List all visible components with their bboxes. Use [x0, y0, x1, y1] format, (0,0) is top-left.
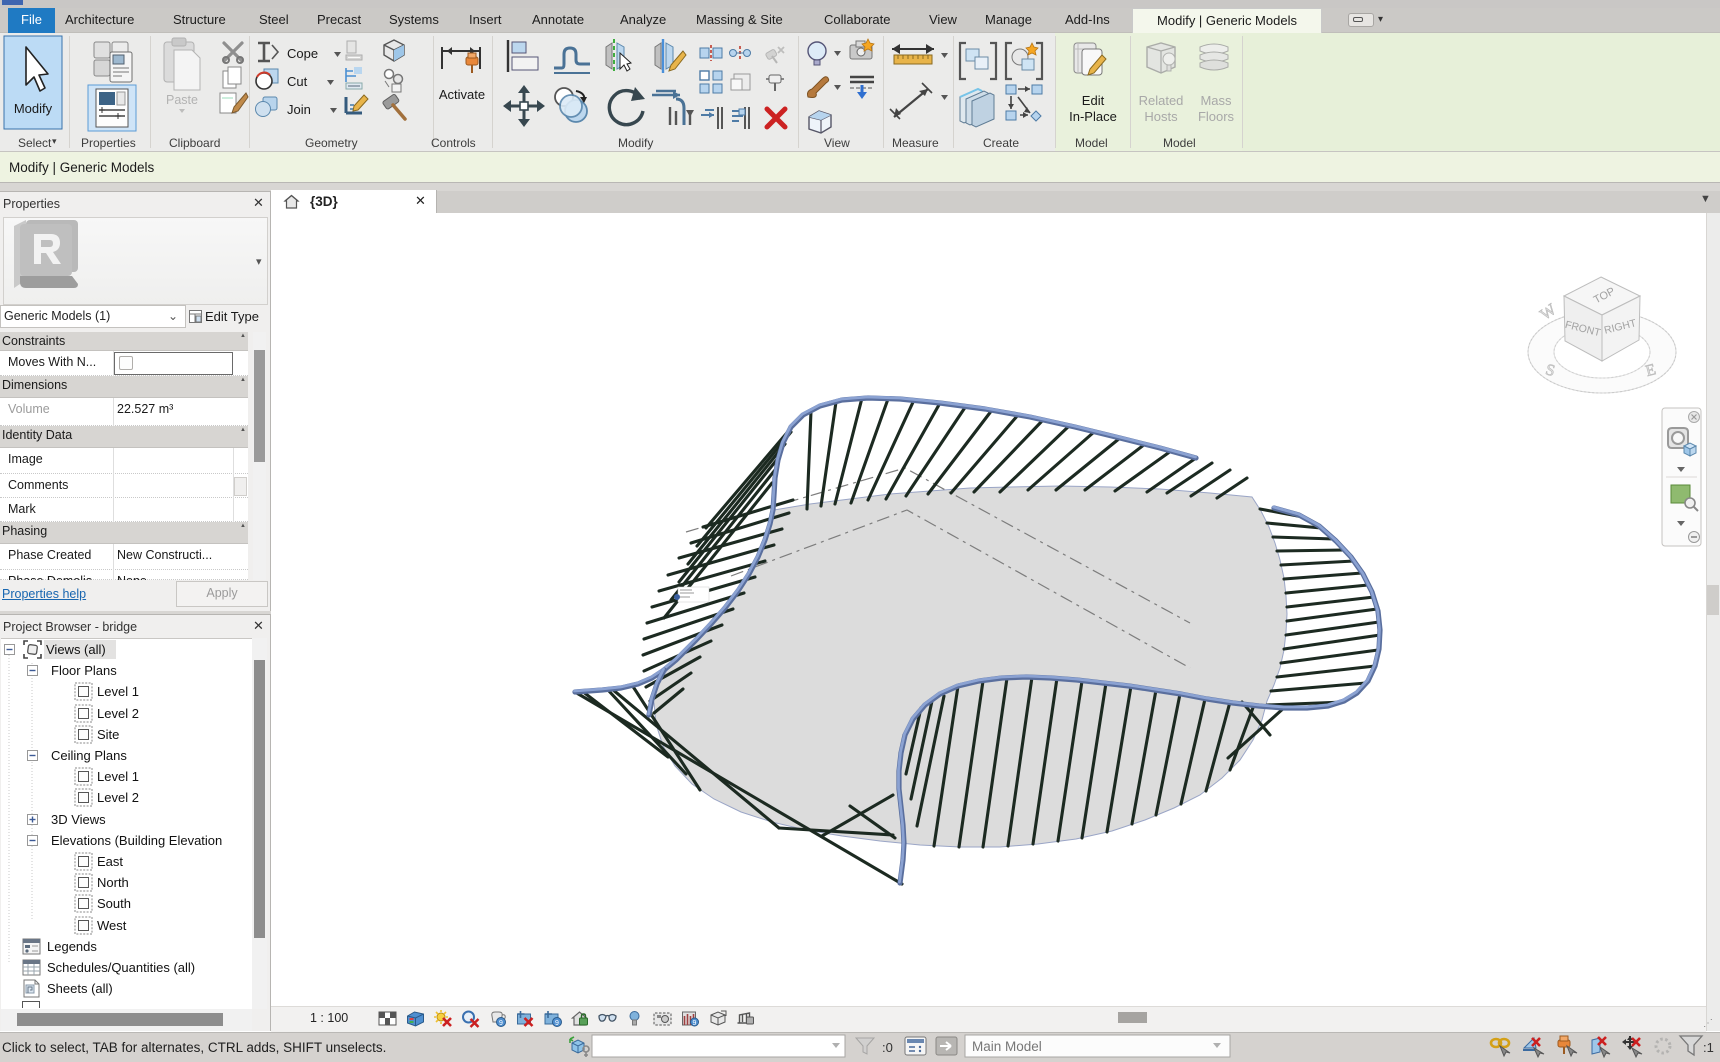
svg-text:9: 9 [555, 1020, 559, 1027]
svg-text:Main Model: Main Model [972, 1039, 1042, 1054]
svg-text:Floors: Floors [1198, 109, 1235, 124]
svg-text::0: :0 [882, 1040, 893, 1055]
svg-text:9: 9 [693, 1020, 697, 1027]
svg-text:Mass: Mass [1200, 93, 1232, 108]
svg-text:Join: Join [287, 102, 311, 117]
svg-text:Related: Related [1139, 93, 1184, 108]
svg-text:In-Place: In-Place [1069, 109, 1117, 124]
svg-text:9: 9 [499, 1020, 503, 1027]
svg-text::1: :1 [1703, 1040, 1714, 1055]
svg-text:Paste: Paste [166, 93, 198, 107]
svg-text:Activate: Activate [439, 87, 485, 102]
svg-text:Hosts: Hosts [1144, 109, 1178, 124]
svg-text:Modify: Modify [14, 101, 53, 116]
svg-text:Cut: Cut [287, 74, 308, 89]
svg-text:Edit: Edit [1082, 93, 1105, 108]
svg-text:Cope: Cope [287, 46, 318, 61]
